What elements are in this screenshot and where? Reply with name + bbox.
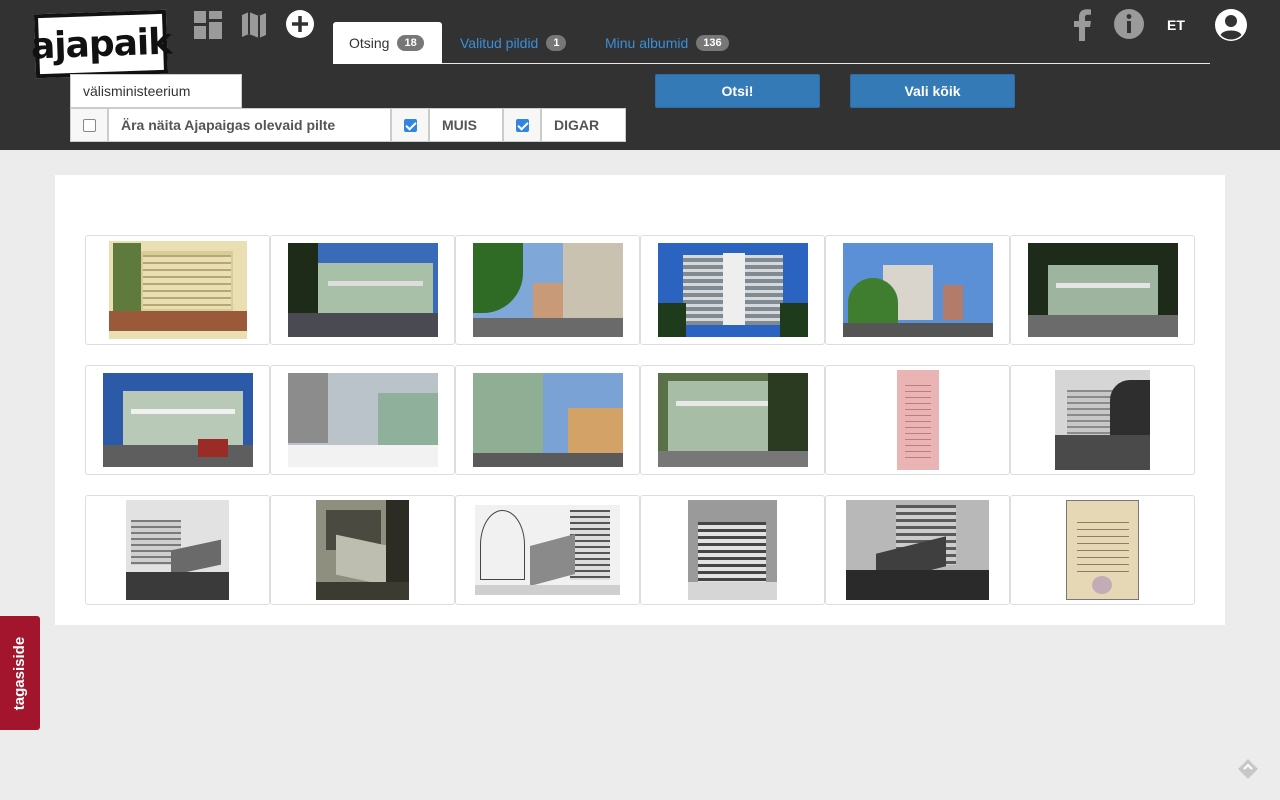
- photo-thumbnail: [475, 505, 620, 595]
- result-tile[interactable]: [455, 365, 640, 475]
- result-tile[interactable]: [270, 495, 455, 605]
- result-tile[interactable]: [825, 235, 1010, 345]
- ajapaik-logo[interactable]: ajapaik: [30, 9, 172, 79]
- digar-label: DIGAR: [541, 108, 626, 142]
- photo-thumbnail: [472, 243, 623, 337]
- result-tile[interactable]: [455, 235, 640, 345]
- filter-bar: Ära näita Ajapaigas olevaid pilte MUIS D…: [70, 108, 626, 142]
- photo-thumbnail: [842, 243, 993, 337]
- muis-label: MUIS: [429, 108, 503, 142]
- photo-thumbnail: [102, 373, 253, 467]
- language-selector[interactable]: ET: [1162, 17, 1190, 33]
- result-tile[interactable]: [825, 365, 1010, 475]
- photo-thumbnail: [287, 373, 438, 467]
- photo-thumbnail: [472, 373, 623, 467]
- digar-checkbox[interactable]: [503, 108, 541, 142]
- plus-circle-icon[interactable]: [285, 9, 315, 39]
- photo-thumbnail: [657, 243, 808, 337]
- tab-selected-photos[interactable]: Valitud pildid 1: [444, 22, 582, 64]
- result-tile[interactable]: [85, 235, 270, 345]
- photo-thumbnail: [108, 241, 247, 339]
- result-tile[interactable]: [1010, 235, 1195, 345]
- result-tile[interactable]: [1010, 495, 1195, 605]
- result-tile[interactable]: [825, 495, 1010, 605]
- tab-my-albums[interactable]: Minu albumid 136: [589, 22, 745, 64]
- tab-count-badge: 18: [397, 35, 424, 51]
- photo-thumbnail: [846, 500, 989, 600]
- search-button[interactable]: Otsi!: [655, 74, 820, 108]
- photo-thumbnail: [1055, 370, 1150, 470]
- hide-existing-label: Ära näita Ajapaigas olevaid pilte: [108, 108, 391, 142]
- result-tile[interactable]: [85, 365, 270, 475]
- search-input[interactable]: [70, 74, 242, 108]
- result-tile[interactable]: [270, 235, 455, 345]
- tab-count-badge: 136: [696, 35, 729, 51]
- document-thumbnail: [896, 370, 939, 470]
- result-tile[interactable]: [1010, 365, 1195, 475]
- hide-existing-checkbox[interactable]: [70, 108, 108, 142]
- map-icon[interactable]: [239, 10, 269, 40]
- select-all-button[interactable]: Vali kõik: [850, 74, 1015, 108]
- result-tile[interactable]: [85, 495, 270, 605]
- muis-checkbox[interactable]: [391, 108, 429, 142]
- results-panel: [55, 175, 1225, 625]
- photo-thumbnail: [657, 373, 808, 467]
- photo-thumbnail: [316, 500, 409, 600]
- photo-thumbnail: [688, 500, 777, 600]
- facebook-icon[interactable]: [1068, 8, 1098, 42]
- result-tile[interactable]: [270, 365, 455, 475]
- feedback-button[interactable]: tagasiside: [0, 616, 40, 730]
- result-tile[interactable]: [455, 495, 640, 605]
- photo-thumbnail: [126, 500, 229, 600]
- grid-icon[interactable]: [193, 10, 223, 40]
- tab-search[interactable]: Otsing 18: [333, 22, 442, 64]
- result-tile[interactable]: [640, 235, 825, 345]
- bookmark-icon[interactable]: [1235, 757, 1261, 781]
- document-thumbnail: [1066, 500, 1139, 600]
- photo-thumbnail: [287, 243, 438, 337]
- user-icon[interactable]: [1214, 8, 1248, 42]
- result-tile[interactable]: [640, 365, 825, 475]
- photo-thumbnail: [1027, 243, 1178, 337]
- tab-count-badge: 1: [546, 35, 567, 51]
- result-tile[interactable]: [640, 495, 825, 605]
- top-header: ajapaik Otsing 18 Valitud pildid 1 Minu al…: [0, 0, 1280, 150]
- info-icon[interactable]: [1113, 8, 1145, 40]
